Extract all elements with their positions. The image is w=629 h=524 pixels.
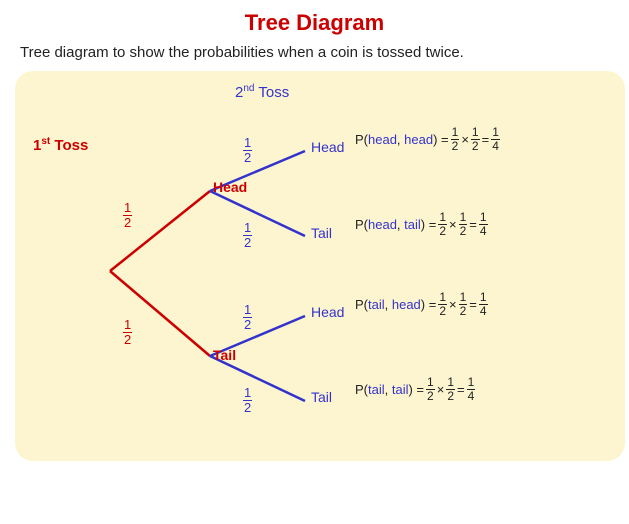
branch-frac-first-head: 1 2 <box>123 201 132 231</box>
branch-frac-tt: 1 2 <box>243 386 252 416</box>
end-ht-label: Tail <box>311 225 332 241</box>
prob-th: P(tail, head) = 1 2 × 1 2 = 1 4 <box>355 291 488 318</box>
branch-frac-th: 1 2 <box>243 303 252 333</box>
subtitle: Tree diagram to show the probabilities w… <box>15 44 464 61</box>
branch-frac-first-tail: 1 2 <box>123 318 132 348</box>
end-th-label: Head <box>311 304 344 320</box>
page-title: Tree Diagram <box>15 10 614 36</box>
diagram-container: 2nd Toss 1st Toss 1 2 <box>15 71 625 461</box>
page: Tree Diagram Tree diagram to show the pr… <box>0 0 629 524</box>
first-head-label: Head <box>213 179 247 195</box>
first-tail-label: Tail <box>213 347 236 363</box>
end-tt-label: Tail <box>311 389 332 405</box>
prob-hh: P(head, head) = 1 2 × 1 2 = 1 4 <box>355 126 500 153</box>
branch-frac-hh: 1 2 <box>243 136 252 166</box>
end-hh-label: Head <box>311 139 344 155</box>
branch-frac-ht: 1 2 <box>243 221 252 251</box>
prob-tt: P(tail, tail) = 1 2 × 1 2 = 1 4 <box>355 376 475 403</box>
prob-ht: P(head, tail) = 1 2 × 1 2 = 1 4 <box>355 211 488 238</box>
